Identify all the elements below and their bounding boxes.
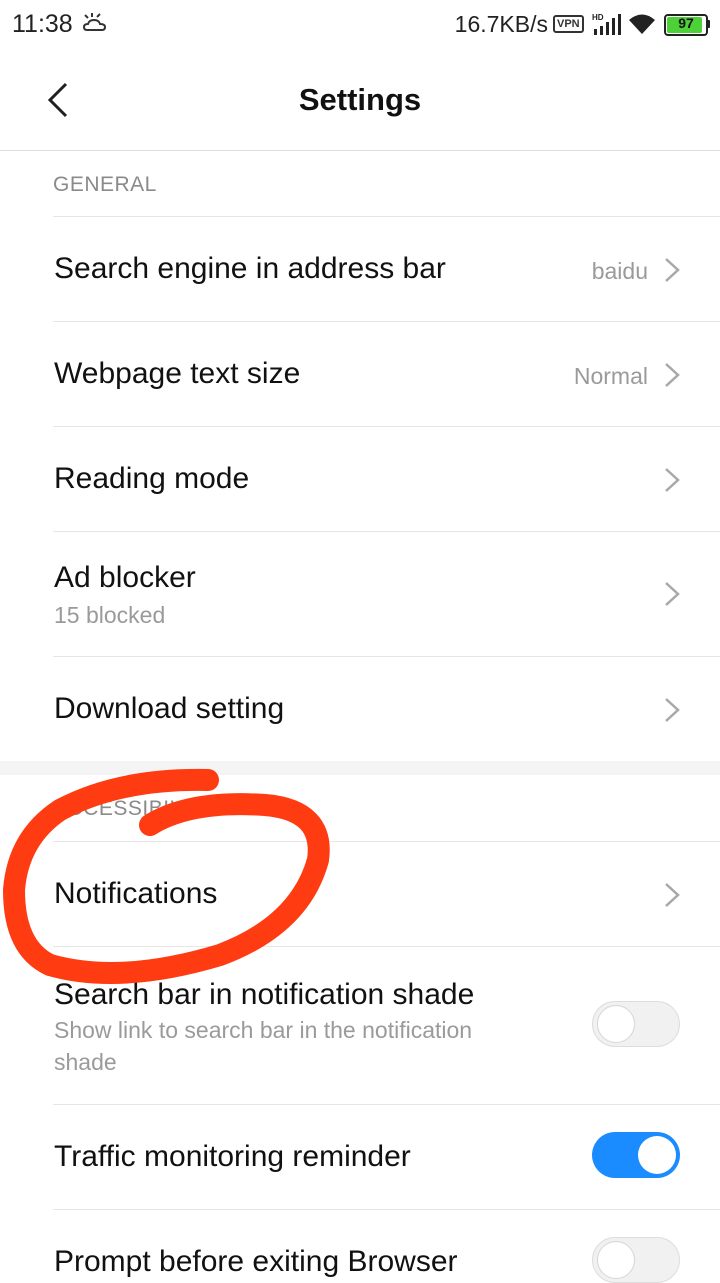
prompt-exit-toggle[interactable] [592,1237,680,1283]
page-title: Settings [298,82,422,117]
row-value: Normal [573,363,648,389]
row-title: Download setting [54,692,285,725]
row-text-size[interactable]: Webpage text size Normal [0,321,720,426]
section-gap [0,761,720,775]
chevron-right-icon [665,883,680,907]
section-header-general: GENERAL [53,173,157,196]
row-title: Search engine in address bar [54,252,446,285]
row-ad-blocker[interactable]: Ad blocker 15 blocked [0,531,720,656]
battery-icon: 97 [664,14,710,36]
status-bar: 11:38 16.7KB/s VPN HD 97 [0,0,720,50]
row-title: Prompt before exiting Browser [54,1245,458,1278]
traffic-reminder-toggle[interactable] [592,1132,680,1178]
row-notifications[interactable]: Notifications [0,841,720,946]
row-title: Notifications [54,877,218,910]
row-title: Ad blocker [54,561,196,594]
section-header-accessibility: ACCESSIBILITY [53,797,216,820]
toggle-knob [638,1136,676,1174]
row-prompt-exit[interactable]: Prompt before exiting Browser [0,1209,720,1283]
weather-icon [82,13,107,31]
chevron-right-icon [665,258,680,282]
row-subtitle: 15 blocked [54,602,166,628]
row-title: Traffic monitoring reminder [54,1140,411,1173]
row-title: Search bar in notification shade [54,978,475,1011]
row-search-bar-shade[interactable]: Search bar in notification shade Show li… [0,946,720,1104]
row-title: Reading mode [54,462,250,495]
battery-level: 97 [678,15,694,31]
chevron-right-icon [665,698,680,722]
row-download-setting[interactable]: Download setting [0,656,720,761]
toggle-knob [597,1241,635,1279]
vpn-badge: VPN [553,15,584,33]
row-traffic-reminder[interactable]: Traffic monitoring reminder [0,1104,720,1209]
chevron-right-icon [665,582,680,606]
row-reading-mode[interactable]: Reading mode [0,426,720,531]
search-bar-toggle[interactable] [592,1001,680,1047]
status-time: 11:38 [12,10,73,38]
chevron-right-icon [665,363,680,387]
row-value: baidu [591,258,648,284]
row-subtitle: Show link to search bar in the notificat… [54,1017,473,1075]
row-search-engine[interactable]: Search engine in address bar baidu [0,216,720,321]
app-bar: Settings [0,52,720,151]
row-title: Webpage text size [54,357,301,390]
network-speed: 16.7KB/s [454,11,548,37]
svg-text:HD: HD [592,13,604,22]
chevron-right-icon [665,468,680,492]
wifi-icon [629,14,655,34]
toggle-knob [597,1005,635,1043]
signal-icon: HD [592,13,621,35]
